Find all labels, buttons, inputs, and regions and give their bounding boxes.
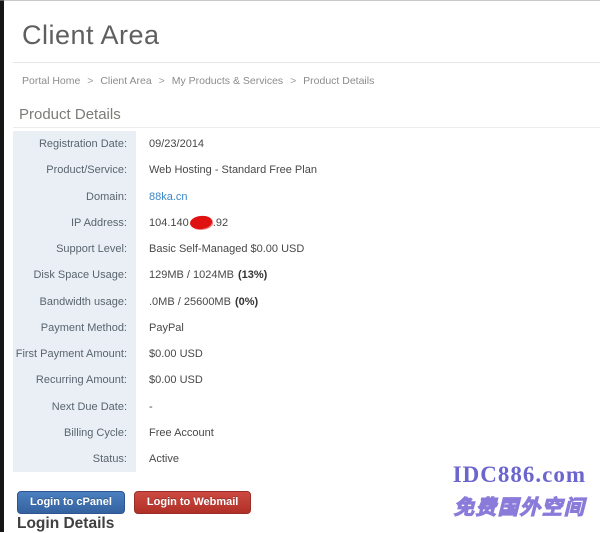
bandwidth-usage-text: .0MB / 25600MB bbox=[149, 296, 231, 308]
row-label: Domain: bbox=[13, 184, 136, 210]
row-value: $0.00 USD bbox=[136, 374, 203, 386]
row-value: PayPal bbox=[136, 322, 184, 334]
table-row-domain: Domain: 88ka.cn bbox=[13, 184, 587, 210]
row-value: $0.00 USD bbox=[136, 348, 203, 360]
table-row-recurring-amount: Recurring Amount: $0.00 USD bbox=[13, 367, 587, 393]
breadcrumb: Portal Home > Client Area > My Products … bbox=[22, 75, 378, 87]
row-label: Status: bbox=[13, 446, 136, 472]
row-label: Product/Service: bbox=[13, 157, 136, 183]
table-row-ip-address: IP Address: 104.140 .92 bbox=[13, 210, 587, 236]
row-value: 129MB / 1024MB (13%) bbox=[136, 269, 267, 281]
breadcrumb-link-my-products[interactable]: My Products & Services bbox=[172, 75, 283, 87]
disk-usage-percent: (13%) bbox=[238, 269, 267, 281]
row-value: Basic Self-Managed $0.00 USD bbox=[136, 243, 304, 255]
breadcrumb-current-product-details: Product Details bbox=[303, 75, 374, 87]
row-label: Payment Method: bbox=[13, 315, 136, 341]
window-left-edge-bar bbox=[0, 0, 4, 532]
row-value: .0MB / 25600MB (0%) bbox=[136, 296, 258, 308]
row-label: Registration Date: bbox=[13, 131, 136, 157]
row-value: Free Account bbox=[136, 427, 214, 439]
breadcrumb-separator: > bbox=[87, 75, 93, 87]
table-row-payment-method: Payment Method: PayPal bbox=[13, 315, 587, 341]
section-title-product-details: Product Details bbox=[19, 106, 121, 123]
table-row-support-level: Support Level: Basic Self-Managed $0.00 … bbox=[13, 236, 587, 262]
disk-usage-text: 129MB / 1024MB bbox=[149, 269, 234, 281]
row-label: Billing Cycle: bbox=[13, 420, 136, 446]
ip-prefix: 104.140 bbox=[149, 217, 189, 229]
domain-link[interactable]: 88ka.cn bbox=[149, 191, 188, 203]
header-divider bbox=[13, 62, 600, 63]
row-label: Support Level: bbox=[13, 236, 136, 262]
section-title-login-details: Login Details bbox=[17, 515, 114, 533]
breadcrumb-separator: > bbox=[159, 75, 165, 87]
status-value: Active bbox=[136, 453, 179, 465]
page-title: Client Area bbox=[22, 20, 160, 51]
action-buttons: Login to cPanel Login to Webmail bbox=[17, 491, 251, 514]
section-underline bbox=[13, 127, 600, 128]
breadcrumb-link-portal-home[interactable]: Portal Home bbox=[22, 75, 80, 87]
table-row-first-payment-amount: First Payment Amount: $0.00 USD bbox=[13, 341, 587, 367]
row-value: Web Hosting - Standard Free Plan bbox=[136, 164, 317, 176]
table-row-billing-cycle: Billing Cycle: Free Account bbox=[13, 420, 587, 446]
table-row-registration-date: Registration Date: 09/23/2014 bbox=[13, 131, 587, 157]
row-label: Bandwidth usage: bbox=[13, 289, 136, 315]
breadcrumb-separator: > bbox=[290, 75, 296, 87]
bandwidth-usage-percent: (0%) bbox=[235, 296, 258, 308]
login-to-webmail-button[interactable]: Login to Webmail bbox=[134, 491, 251, 514]
window-top-edge-line bbox=[0, 0, 600, 1]
row-label: Recurring Amount: bbox=[13, 367, 136, 393]
row-value: 104.140 .92 bbox=[136, 216, 228, 229]
redaction-scribble-icon bbox=[189, 215, 212, 230]
table-row-next-due-date: Next Due Date: - bbox=[13, 394, 587, 420]
table-row-bandwidth-usage: Bandwidth usage: .0MB / 25600MB (0%) bbox=[13, 289, 587, 315]
product-details-table: Registration Date: 09/23/2014 Product/Se… bbox=[13, 131, 587, 472]
row-value: - bbox=[136, 401, 153, 413]
row-label: IP Address: bbox=[13, 210, 136, 236]
row-label: Next Due Date: bbox=[13, 394, 136, 420]
table-row-status: Status: Active bbox=[13, 446, 587, 472]
ip-suffix: .92 bbox=[213, 217, 228, 229]
login-to-cpanel-button[interactable]: Login to cPanel bbox=[17, 491, 125, 514]
row-label: Disk Space Usage: bbox=[13, 262, 136, 288]
row-label: First Payment Amount: bbox=[13, 341, 136, 367]
row-value: 09/23/2014 bbox=[136, 138, 204, 150]
table-row-product-service: Product/Service: Web Hosting - Standard … bbox=[13, 157, 587, 183]
row-value: 88ka.cn bbox=[136, 191, 188, 203]
watermark-chinese-text: 免费国外空间 bbox=[453, 491, 586, 520]
table-row-disk-space-usage: Disk Space Usage: 129MB / 1024MB (13%) bbox=[13, 262, 587, 288]
breadcrumb-link-client-area[interactable]: Client Area bbox=[100, 75, 151, 87]
